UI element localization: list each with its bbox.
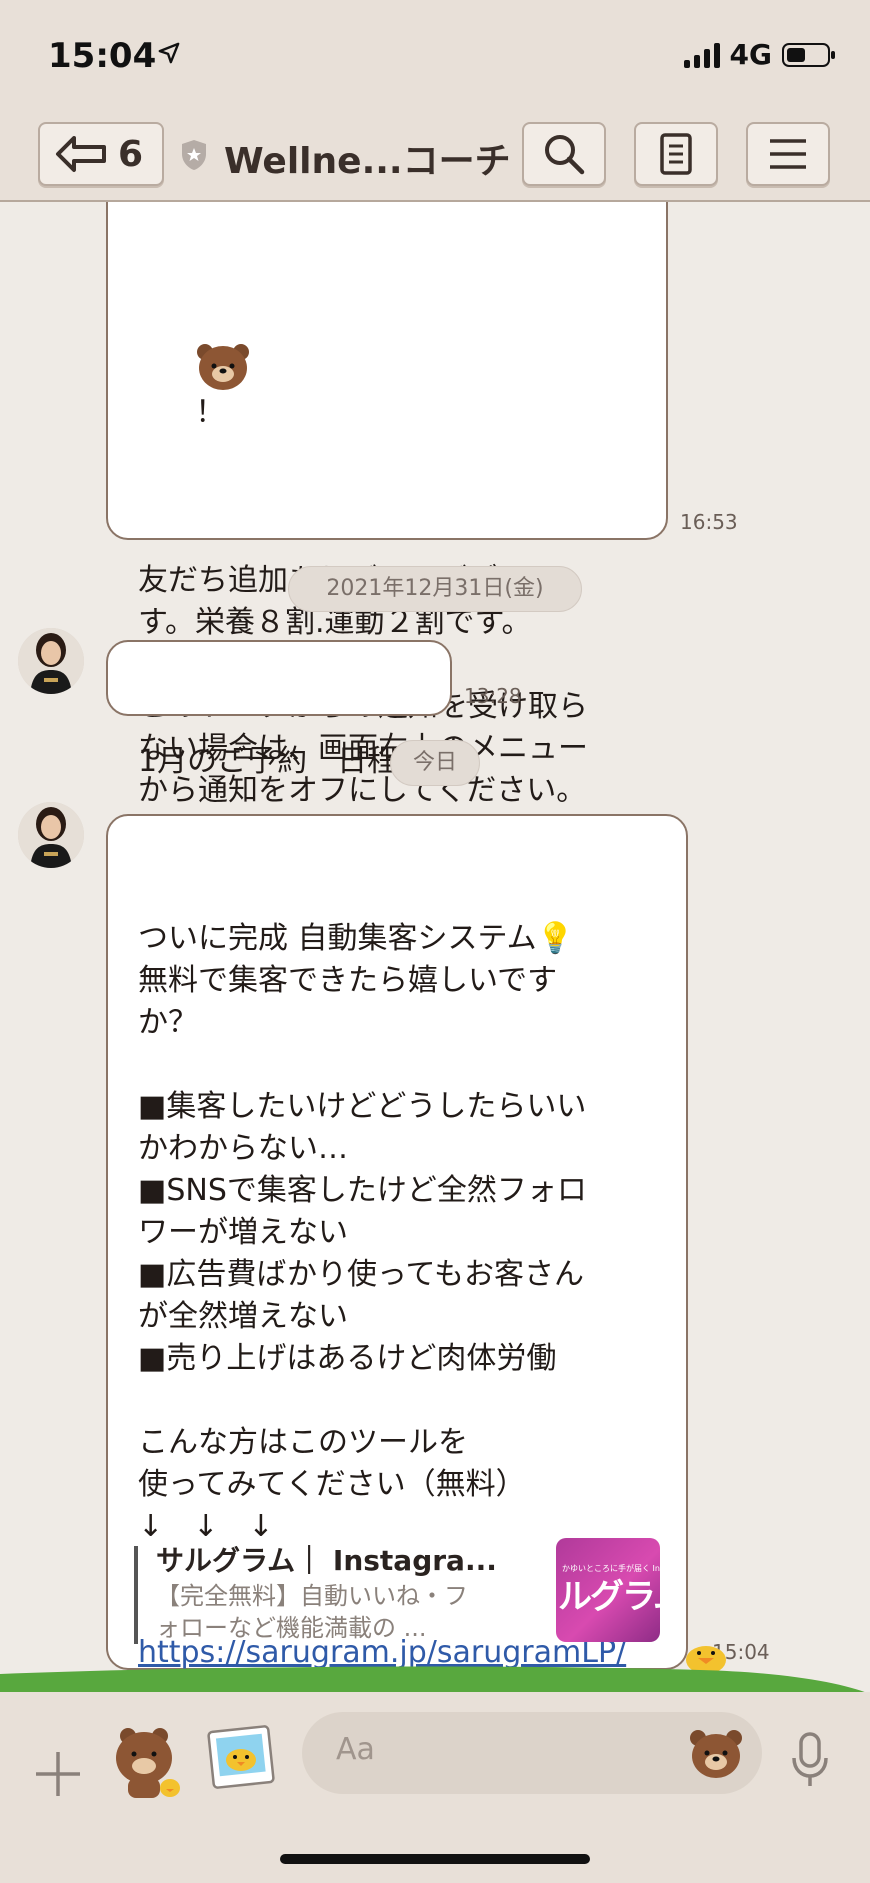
chat-messages[interactable]: ！ 友だち追加ありがとうございま す。栄養８割.運動２割です。 このトークからの… [0,202,870,1692]
emoji-bear-icon[interactable] [688,1726,744,1780]
chat-header: 6 Wellne...コーチ [0,110,870,202]
message-bubble[interactable]: ！ 友だち追加ありがとうございま す。栄養８割.運動２割です。 このトークからの… [106,202,668,808]
message-emoji-line: ！ [138,298,640,476]
photo-gallery-icon[interactable] [206,1722,276,1792]
message-bubble[interactable]: ついに完成 自動集客システム💡 無料で集客できたら嬉しいです か？ ■集客したい… [106,814,688,1670]
exclamation: ！ [195,395,226,430]
coach-avatar-image [18,628,84,694]
message-bubble[interactable]: 1月のご予約 日程 [106,640,452,779]
message-input-bar: Aa [0,1692,870,1883]
status-time: 15:04 [48,36,157,76]
status-right: 4G [683,38,835,71]
date-separator: 2021年12月31日(金) [288,566,582,612]
avatar[interactable] [18,802,84,868]
signal-icon [683,42,720,68]
network-type: 4G [729,38,772,71]
status-bar: 15:04 4G [0,0,870,110]
plus-icon[interactable] [32,1748,84,1800]
input-placeholder: Aa [336,1732,375,1767]
thumbnail-logo-text: ルグラム [558,1577,660,1617]
brown-bear-emoji-icon [197,344,250,390]
message-input[interactable]: Aa [302,1712,762,1794]
search-icon [545,135,585,175]
unread-count: 6 [118,133,144,175]
chat-title: Wellne...コーチ [224,141,511,182]
preview-title: サルグラム｜ Instagra... [156,1544,497,1577]
date-separator: 今日 [390,740,480,786]
battery-icon [782,42,835,67]
menu-button[interactable] [746,122,830,186]
back-button[interactable]: 6 [38,122,164,186]
message-text: ついに完成 自動集客システム💡 無料で集客できたら嬉しいです か？ ■集客したい… [138,921,587,1544]
preview-accent-bar [134,1546,138,1644]
shield-icon [182,140,206,170]
message-time: 13:28 [464,684,522,708]
back-arrow-icon [56,136,106,172]
preview-thumbnail: かゆいところに手が届く Instagram 自動集客ツールの ルグラム [556,1538,660,1642]
preview-description: 【完全無料】自動いいね・フ ォローなど機能満載の ... [156,1582,468,1642]
sticker-button-icon[interactable] [108,1722,188,1802]
avatar[interactable] [18,628,84,694]
notes-button[interactable] [634,122,718,186]
link-preview-card[interactable]: サルグラム｜ Instagra... 【完全無料】自動いいね・フ ォローなど機能… [134,1538,660,1648]
notes-icon [660,133,692,175]
location-arrow-icon [158,42,180,64]
home-indicator [280,1854,590,1864]
microphone-icon[interactable] [790,1732,830,1788]
message-time: 16:53 [680,510,738,534]
search-button[interactable] [522,122,606,186]
menu-icon [770,139,806,169]
coach-avatar-image [18,802,84,868]
